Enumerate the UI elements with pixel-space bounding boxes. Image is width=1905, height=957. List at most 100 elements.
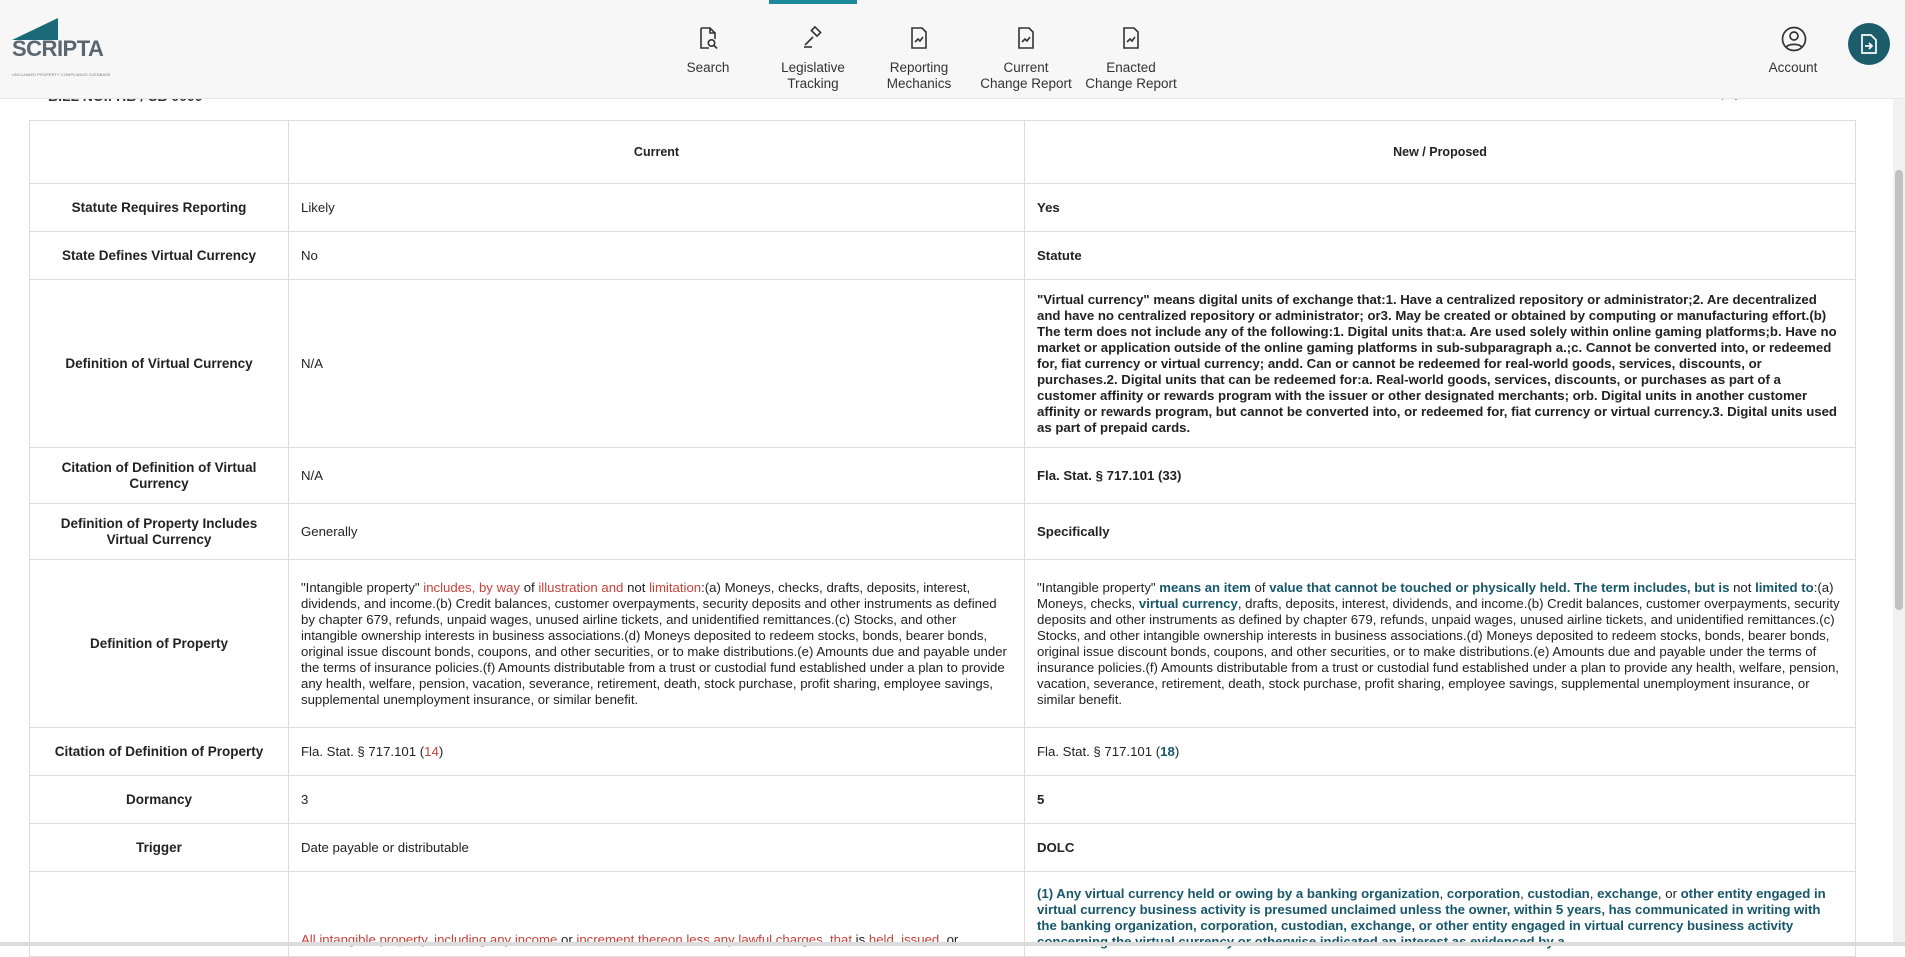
nav-search[interactable]: Search [680,0,736,98]
document-chart-icon [1018,27,1034,49]
changed-text: means an item [1159,579,1251,595]
new-value: 5 [1024,775,1856,824]
table-row: Statute Requires Reporting Likely Yes [29,183,1856,232]
text-segment: Fla. Stat. § 717.101 ( [1037,743,1161,759]
table-row: Definition of Property Includes Virtual … [29,503,1856,560]
row-label: Citation of Definition of Virtual Curren… [29,447,289,504]
document-chart-icon [1123,27,1139,49]
nav-legislative-label-1: Legislative [781,60,845,75]
table-row: Trigger Date payable or distributable DO… [29,823,1856,872]
changed-text: value that cannot be touched or physical… [1269,579,1730,595]
account-label: Account [1768,60,1818,75]
document-chart-icon [911,27,927,49]
scripta-logo[interactable]: SCRIPTA UNCLAIMED PROPERTY COMPLIANCE DA… [12,18,110,80]
text-segment: , [1439,886,1447,901]
row-label: State Defines Virtual Currency [29,231,289,280]
changed-text: custodian [1527,886,1590,901]
text-segment: "Intangible property" [301,579,424,595]
new-value: DOLC [1024,823,1856,872]
text-segment: "Intangible property" [1037,579,1160,595]
text-segment: , [1589,886,1598,901]
row-label: Definition of Property [29,559,289,728]
table-row: State Defines Virtual Currency No Statut… [29,231,1856,280]
user-circle-icon [1781,26,1807,52]
changed-text: corporation [1446,886,1521,901]
nav-legislative-label-2: Tracking [787,76,839,91]
table-row: Citation of Definition of Virtual Curren… [29,447,1856,504]
new-value: Yes [1024,183,1856,232]
row-label: Dormancy [29,775,289,824]
current-value: "Intangible property" includes, by way o… [288,559,1025,728]
nav-reporting-label-1: Reporting [889,60,949,75]
search-document-icon [700,27,718,50]
new-value: Specifically [1024,503,1856,560]
text-segment: :(a) Moneys, checks, drafts, deposits, i… [301,579,1007,707]
changed-text: virtual currency [1138,595,1238,611]
changed-text: exchange [1597,886,1658,901]
text-segment: , drafts, deposits, interest, dividends,… [1037,595,1840,707]
new-value: Fla. Stat. § 717.101 (18) [1024,727,1856,776]
changed-text: limited to [1755,579,1814,595]
current-value: No [288,231,1025,280]
changed-text: 14 [424,743,439,759]
top-header: SCRIPTA UNCLAIMED PROPERTY COMPLIANCE DA… [0,0,1905,99]
new-value: Fla. Stat. § 717.101 (33) [1024,447,1856,504]
text-segment: ) [1174,743,1180,759]
current-value: Date payable or distributable [288,823,1025,872]
row-label: Citation of Definition of Property [29,727,289,776]
header-new-proposed: New / Proposed [1024,120,1856,184]
table-row: Definition of Virtual Currency N/A "Virt… [29,279,1856,448]
current-value: Generally [288,503,1025,560]
nav-current-label-2: Change Report [980,76,1072,91]
text-segment: not [623,579,650,595]
comparison-table: Current New / Proposed Statute Requires … [29,120,1856,957]
table-row: Dormancy 3 5 [29,775,1856,824]
current-value: Likely [288,183,1025,232]
current-value: 3 [288,775,1025,824]
new-value: "Virtual currency" means digital units o… [1024,279,1856,448]
changed-text: 18 [1160,743,1175,759]
table-header-row: Current New / Proposed [29,120,1856,184]
header-current: Current [288,120,1025,184]
row-label: Definition of Virtual Currency [29,279,289,448]
table-row: Definition of Property "Intangible prope… [29,559,1856,728]
nav-reporting-label-2: Mechanics [886,76,952,91]
current-value: N/A [288,447,1025,504]
account-menu[interactable]: Account [1760,0,1826,98]
logout-button[interactable] [1848,23,1890,65]
row-label: Statute Requires Reporting [29,183,289,232]
current-value: Fla. Stat. § 717.101 (14) [288,727,1025,776]
nav-search-label: Search [686,60,730,75]
row-label: Trigger [29,823,289,872]
text-segment: of [1250,579,1270,595]
nav-current-change-report[interactable]: Current Change Report [976,0,1076,98]
active-tab-indicator [769,0,857,4]
comparison-table-container: Current New / Proposed Statute Requires … [29,120,1856,957]
nav-legislative-tracking[interactable]: Legislative Tracking [769,0,857,98]
changed-text: includes, by way [423,579,521,595]
table-row: Citation of Definition of Property Fla. … [29,727,1856,776]
header-blank [29,120,289,184]
nav-reporting-mechanics[interactable]: Reporting Mechanics [875,0,963,98]
gavel-icon [804,26,822,48]
brand-tagline: UNCLAIMED PROPERTY COMPLIANCE DATABASE [12,73,111,77]
nav-enacted-change-report[interactable]: Enacted Change Report [1081,0,1181,98]
current-value: N/A [288,279,1025,448]
row-label: Definition of Property Includes Virtual … [29,503,289,560]
text-segment: ) [438,743,444,759]
new-value: Statute [1024,231,1856,280]
nav-enacted-label-2: Change Report [1085,76,1177,91]
bottom-edge [0,942,1905,946]
vertical-scrollbar-thumb[interactable] [1895,170,1903,610]
text-segment: , or [1657,886,1681,901]
brand-name: SCRIPTA [12,36,104,61]
logout-icon [1861,34,1877,54]
changed-text: illustration and [538,579,624,595]
changed-text: (1) Any virtual currency held or owing b… [1037,886,1440,901]
text-segment: Fla. Stat. § 717.101 ( [301,743,425,759]
nav-enacted-label-1: Enacted [1106,60,1156,75]
new-value: "Intangible property" means an item of v… [1024,559,1856,728]
text-segment: of [520,579,539,595]
nav-current-label-1: Current [1003,60,1049,75]
text-segment: not [1729,579,1756,595]
